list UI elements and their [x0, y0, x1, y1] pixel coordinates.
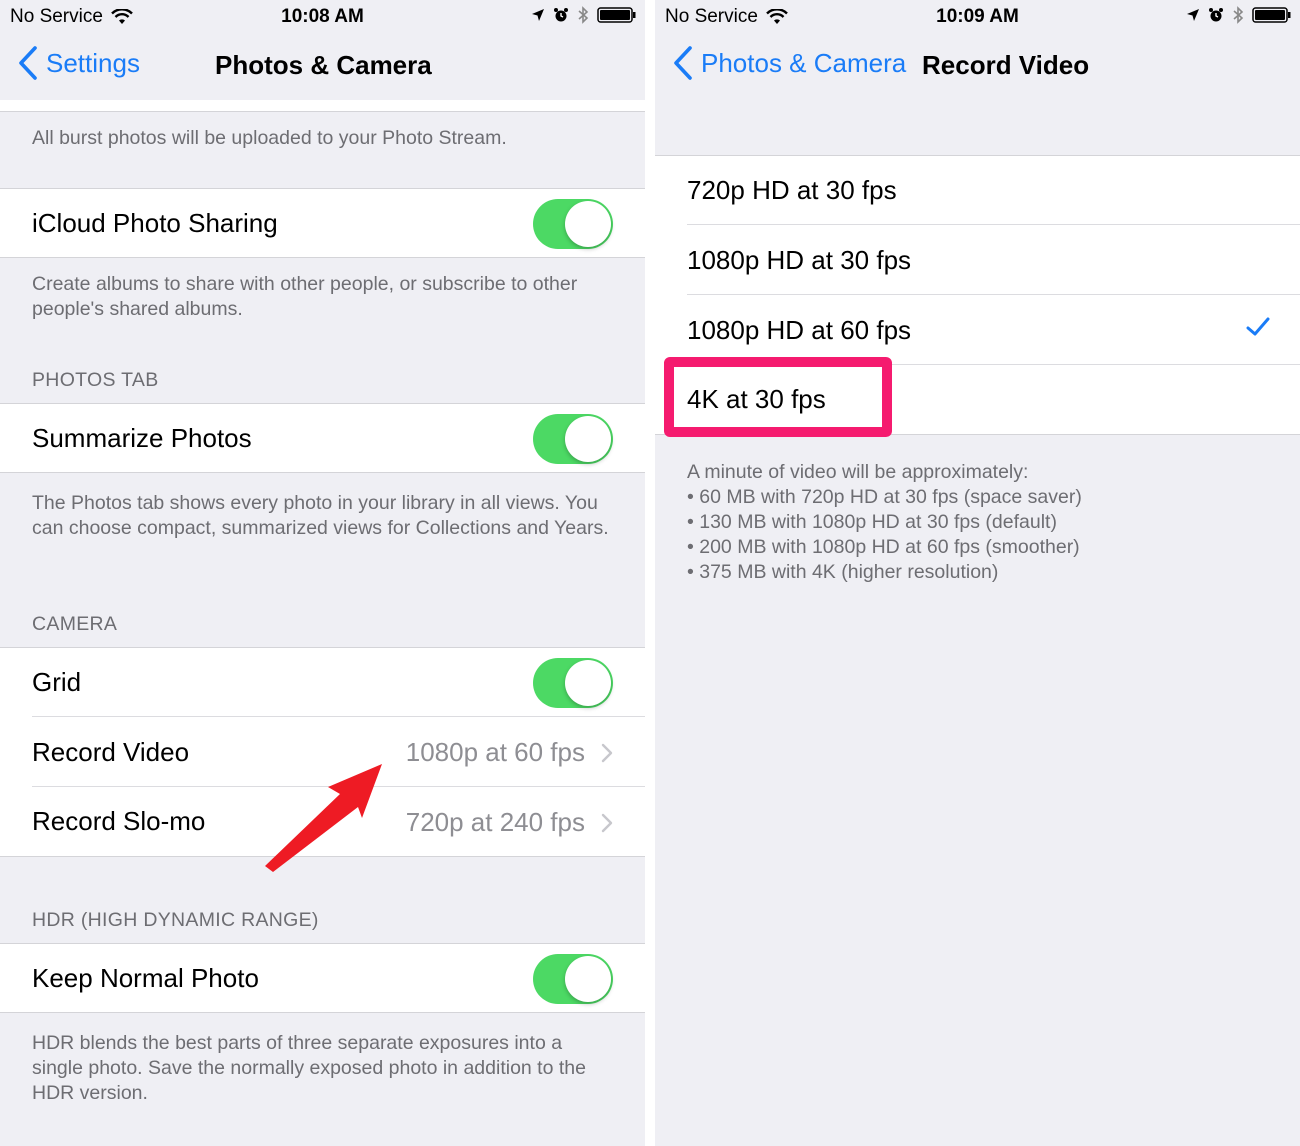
- annotation-arrow: [265, 764, 382, 872]
